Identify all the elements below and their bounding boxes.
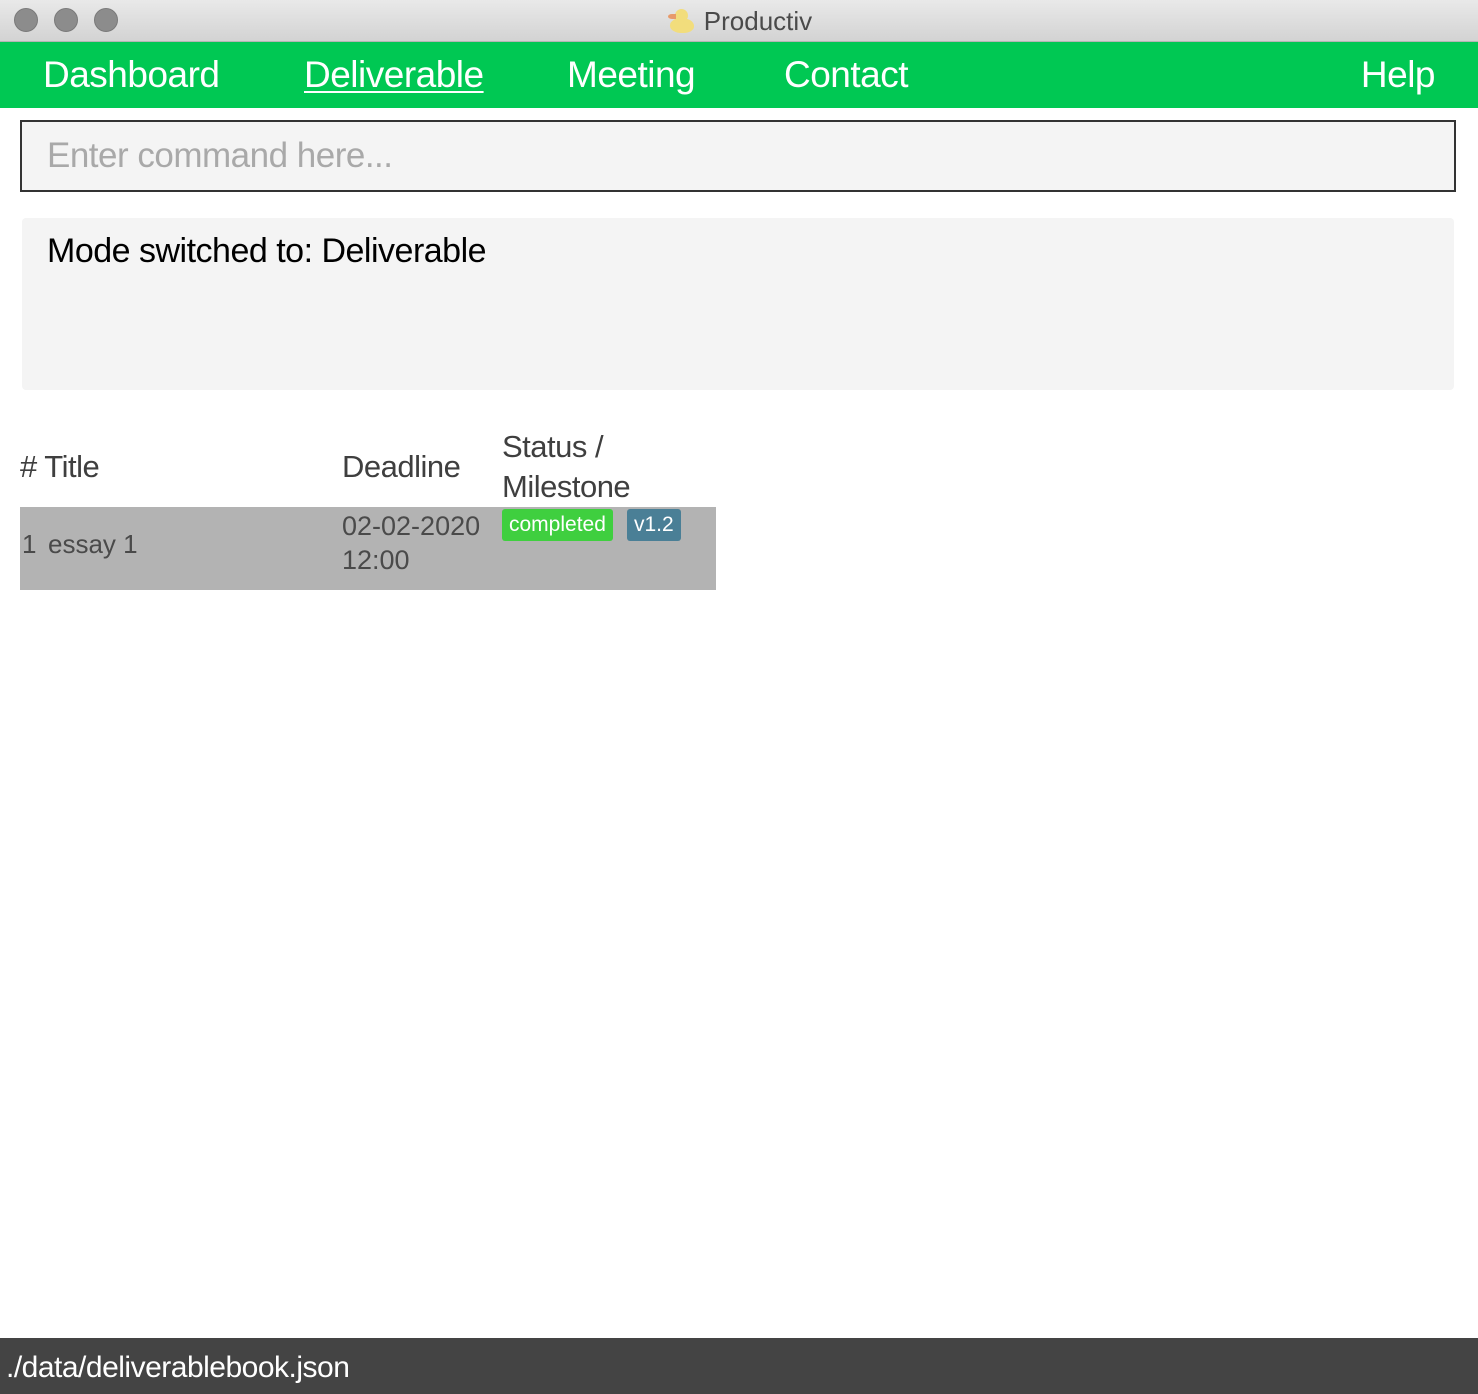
result-display: Mode switched to: Deliverable <box>22 218 1454 390</box>
tab-meeting[interactable]: Meeting <box>567 52 696 98</box>
help-link[interactable]: Help <box>1361 52 1436 98</box>
row-index: 1 <box>22 529 37 559</box>
command-input[interactable] <box>20 120 1456 192</box>
window-title-group: Productiv <box>0 0 1478 42</box>
tab-deliverable[interactable]: Deliverable <box>304 52 484 98</box>
table-header: # Title Deadline Status / Milestone <box>20 425 716 507</box>
row-deadline: 02-02-2020 12:00 <box>342 511 481 575</box>
status-bar: ./data/deliverablebook.json <box>0 1338 1478 1394</box>
column-header-status: Status / Milestone <box>502 429 631 504</box>
status-badge: completed <box>502 509 613 541</box>
deliverable-table: # Title Deadline Status / Milestone 1 es… <box>20 425 716 590</box>
data-file-path: ./data/deliverablebook.json <box>6 1351 350 1384</box>
mode-navbar: Dashboard Deliverable Meeting Contact He… <box>0 42 1478 108</box>
column-header-title: # Title <box>20 449 100 484</box>
tab-contact[interactable]: Contact <box>784 52 909 98</box>
duck-icon <box>666 6 696 36</box>
tab-dashboard[interactable]: Dashboard <box>43 52 220 98</box>
window-title: Productiv <box>703 5 813 36</box>
result-message: Mode switched to: Deliverable <box>47 232 487 270</box>
window-titlebar: Productiv <box>0 0 1478 42</box>
milestone-badge: v1.2 <box>627 509 681 541</box>
column-header-deadline: Deadline <box>342 449 461 484</box>
row-title: essay 1 <box>48 529 138 559</box>
table-row[interactable]: 1 essay 1 02-02-2020 12:00 completed v1.… <box>20 507 716 590</box>
